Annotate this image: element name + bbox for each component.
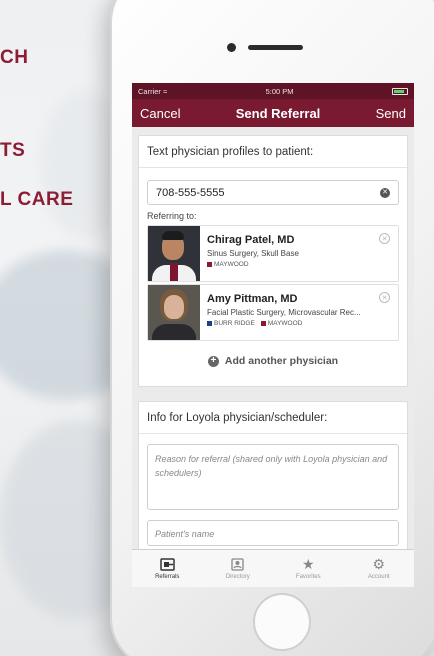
physician-photo (148, 285, 200, 340)
tab-account[interactable]: ⚙ Account (344, 550, 415, 587)
directory-icon (230, 557, 246, 571)
gear-icon: ⚙ (372, 555, 386, 572)
physician-photo (148, 226, 200, 281)
scheduler-info-title: Info for Loyola physician/scheduler: (139, 402, 407, 434)
promo-text-1: CH (0, 47, 29, 68)
carrier-label: Carrier ≈ (138, 86, 168, 96)
promo-text-3: L CARE (0, 189, 74, 210)
plus-icon: + (207, 355, 219, 367)
physician-name: Chirag Patel, MD (207, 234, 295, 246)
promo-text-2: TS (0, 140, 26, 161)
add-physician-button[interactable]: + Add another physician (147, 355, 399, 367)
add-physician-label: Add another physician (224, 355, 339, 367)
send-button[interactable]: Send (376, 106, 406, 121)
referral-form: Text physician profiles to patient: 708-… (132, 127, 414, 587)
earpiece-speaker (248, 45, 303, 50)
tab-directory[interactable]: Directory (203, 550, 274, 587)
referral-reason-field[interactable]: Reason for referral (shared only with Lo… (147, 444, 399, 510)
home-button[interactable] (253, 593, 311, 651)
clear-icon[interactable]: ✕ (380, 187, 390, 198)
physician-card[interactable]: Amy Pittman, MD Facial Plastic Surgery, … (147, 284, 399, 341)
physician-specialty: Facial Plastic Surgery, Microvascular Re… (207, 308, 361, 317)
location-tag: MAYWOOD (207, 261, 249, 268)
referring-to-label: Referring to: (147, 211, 197, 221)
status-bar: Carrier ≈ 5:00 PM (132, 83, 414, 99)
location-marker (207, 321, 212, 326)
physician-name: Amy Pittman, MD (207, 293, 298, 305)
battery-icon (391, 87, 408, 95)
location-tag: MAYWOOD (260, 320, 302, 327)
physician-specialty: Sinus Surgery, Skull Base (207, 249, 299, 258)
front-camera (227, 43, 236, 52)
star-icon: ★ (301, 555, 315, 572)
nav-title: Send Referral (235, 105, 321, 121)
physician-locations: MAYWOOD (207, 261, 398, 268)
text-profiles-title: Text physician profiles to patient: (139, 136, 407, 168)
patient-phone-input[interactable]: 708-555-5555 ✕ (147, 180, 399, 205)
patient-phone-value: 708-555-5555 (156, 186, 225, 199)
tab-label: Account (367, 574, 390, 580)
patient-name-field[interactable]: Patient's name (147, 520, 399, 546)
physician-locations: BURR RIDGE MAYWOOD (207, 320, 398, 327)
wifi-icon: ≈ (163, 86, 168, 96)
text-profiles-card: Text physician profiles to patient: 708-… (138, 135, 408, 387)
remove-physician-icon[interactable]: ✕ (379, 233, 390, 244)
tab-bar: Referrals Directory ★ Favorites ⚙ Accoun… (132, 549, 414, 587)
phone-screen: Carrier ≈ 5:00 PM Cancel Send Referral S… (132, 83, 414, 587)
tab-favorites[interactable]: ★ Favorites (273, 550, 344, 587)
remove-physician-icon[interactable]: ✕ (379, 292, 390, 303)
status-time: 5:00 PM (265, 86, 294, 96)
physician-info: Amy Pittman, MD Facial Plastic Surgery, … (200, 285, 398, 340)
location-tag: BURR RIDGE (207, 320, 255, 327)
referrals-icon (159, 557, 175, 571)
tab-referrals[interactable]: Referrals (132, 550, 203, 587)
tab-label: Directory (225, 574, 250, 580)
cancel-button[interactable]: Cancel (140, 106, 180, 121)
physician-info: Chirag Patel, MD Sinus Surgery, Skull Ba… (200, 226, 398, 281)
tab-label: Referrals (155, 574, 180, 580)
location-marker (207, 262, 212, 267)
physician-card[interactable]: Chirag Patel, MD Sinus Surgery, Skull Ba… (147, 225, 399, 282)
nav-bar: Cancel Send Referral Send (132, 99, 414, 127)
location-marker (260, 321, 266, 326)
tab-label: Favorites (295, 574, 321, 580)
